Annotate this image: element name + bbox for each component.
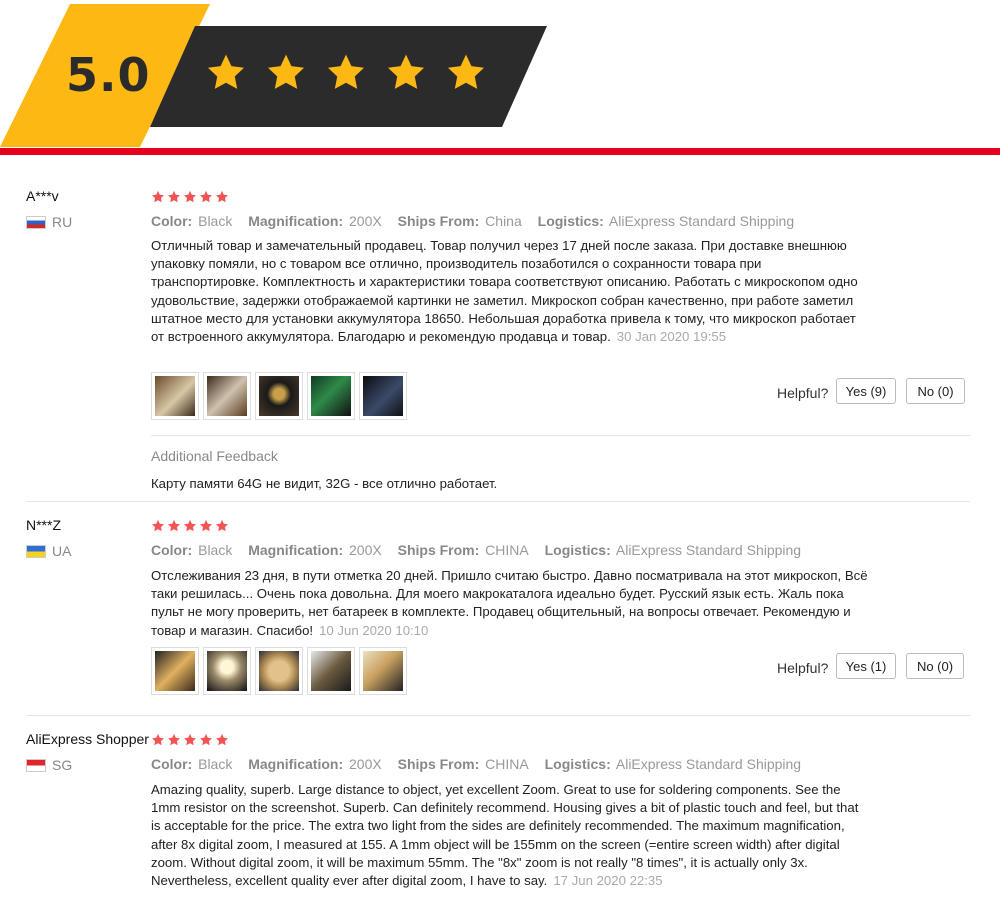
review-text: Amazing quality, superb. Large distance … [151, 781, 871, 890]
star-icon [447, 54, 485, 89]
logistics-value: AliExpress Standard Shipping [615, 756, 802, 772]
review-date: 17 Jun 2020 22:35 [553, 873, 663, 889]
star-icon [215, 519, 229, 532]
star-icon [199, 733, 213, 746]
ships-from-label: Ships From: [397, 756, 480, 772]
review-stars [151, 733, 229, 747]
reviewer-name: N***Z [26, 517, 62, 533]
magnification-label: Magnification: [248, 213, 344, 229]
review-photo[interactable] [203, 647, 251, 695]
helpful-yes-button[interactable]: Yes (9) [836, 378, 896, 404]
star-icon [387, 54, 425, 89]
rating-banner: 5.0 [0, 0, 1000, 160]
logistics-value: AliExpress Standard Shipping [608, 213, 795, 229]
star-icon [167, 733, 181, 746]
color-label: Color: [151, 542, 193, 558]
review-body: Amazing quality, superb. Large distance … [151, 782, 859, 889]
singapore-flag-icon [26, 758, 46, 772]
review-photo[interactable] [307, 647, 355, 695]
review-photo[interactable] [255, 372, 303, 420]
review-date: 10 Jun 2020 10:10 [319, 622, 429, 638]
color-value: Black [198, 213, 233, 229]
reviewer-country: SG [26, 757, 72, 773]
star-icon [183, 519, 197, 532]
review-photos [151, 647, 407, 695]
logistics-label: Logistics: [544, 756, 611, 772]
review-body: Отличный товар и замечательный продавец.… [151, 238, 858, 345]
star-icon [199, 190, 213, 203]
accent-divider [0, 148, 1000, 155]
reviewer-country: RU [26, 214, 72, 230]
review-photos [151, 372, 407, 420]
product-attributes: Color: Black Magnification: 200X Ships F… [151, 213, 806, 229]
color-value: Black [198, 542, 233, 558]
color-label: Color: [151, 756, 193, 772]
helpful-no-button[interactable]: No (0) [906, 653, 964, 679]
star-icon [327, 54, 365, 89]
magnification-value: 200X [349, 542, 382, 558]
star-icon [207, 54, 245, 89]
star-icon [267, 54, 305, 89]
review-body: Отслеживания 23 дня, в пути отметка 20 д… [151, 568, 868, 638]
review-photo[interactable] [359, 372, 407, 420]
helpful-no-button[interactable]: No (0) [906, 378, 965, 404]
country-code: SG [52, 757, 73, 773]
russia-flag-icon [26, 215, 46, 229]
magnification-label: Magnification: [248, 756, 344, 772]
star-icon [167, 519, 181, 532]
star-icon [215, 190, 229, 203]
ships-from-value: CHINA [485, 542, 529, 558]
rating-score: 5.0 [66, 48, 151, 102]
product-attributes: Color: Black Magnification: 200X Ships F… [151, 542, 813, 558]
helpful-label: Helpful? [777, 385, 829, 401]
magnification-label: Magnification: [248, 542, 344, 558]
reviewer-country: UA [26, 543, 71, 559]
review-stars [151, 190, 229, 204]
ships-from-label: Ships From: [397, 542, 480, 558]
star-icon [199, 519, 213, 532]
review-photo[interactable] [307, 372, 355, 420]
logistics-label: Logistics: [544, 542, 611, 558]
review-text: Отличный товар и замечательный продавец.… [151, 237, 871, 346]
ships-from-label: Ships From: [397, 213, 480, 229]
helpful-yes-button[interactable]: Yes (1) [836, 653, 896, 679]
review-photo[interactable] [151, 647, 199, 695]
divider [151, 435, 970, 436]
star-icon [151, 519, 165, 532]
additional-feedback-title: Additional Feedback [151, 448, 278, 464]
additional-feedback-text: Карту памяти 64G не видит, 32G - все отл… [151, 476, 498, 491]
review-photo[interactable] [203, 372, 251, 420]
reviewer-name: AliExpress Shopper [26, 731, 149, 747]
reviewer-name: A***v [26, 188, 59, 204]
star-icon [183, 190, 197, 203]
star-icon [167, 190, 181, 203]
product-attributes: Color: Black Magnification: 200X Ships F… [151, 756, 813, 772]
ships-from-value: China [485, 213, 522, 229]
star-icon [183, 733, 197, 746]
review-divider [26, 715, 970, 716]
review-text: Отслеживания 23 дня, в пути отметка 20 д… [151, 567, 871, 640]
ships-from-value: CHINA [485, 756, 529, 772]
ukraine-flag-icon [26, 544, 46, 558]
star-icon [151, 190, 165, 203]
review-photo[interactable] [255, 647, 303, 695]
color-label: Color: [151, 213, 193, 229]
review-stars [151, 519, 229, 533]
magnification-value: 200X [349, 756, 382, 772]
review-photo[interactable] [151, 372, 199, 420]
country-code: RU [52, 214, 73, 230]
helpful-label: Helpful? [777, 660, 829, 676]
star-icon [151, 733, 165, 746]
color-value: Black [198, 756, 233, 772]
country-code: UA [52, 543, 72, 559]
review-divider [26, 501, 970, 502]
star-icon [215, 733, 229, 746]
review-date: 30 Jan 2020 19:55 [616, 329, 727, 345]
logistics-label: Logistics: [537, 213, 604, 229]
rating-stars [205, 52, 487, 94]
review-photo[interactable] [359, 647, 407, 695]
logistics-value: AliExpress Standard Shipping [615, 542, 802, 558]
magnification-value: 200X [349, 213, 382, 229]
